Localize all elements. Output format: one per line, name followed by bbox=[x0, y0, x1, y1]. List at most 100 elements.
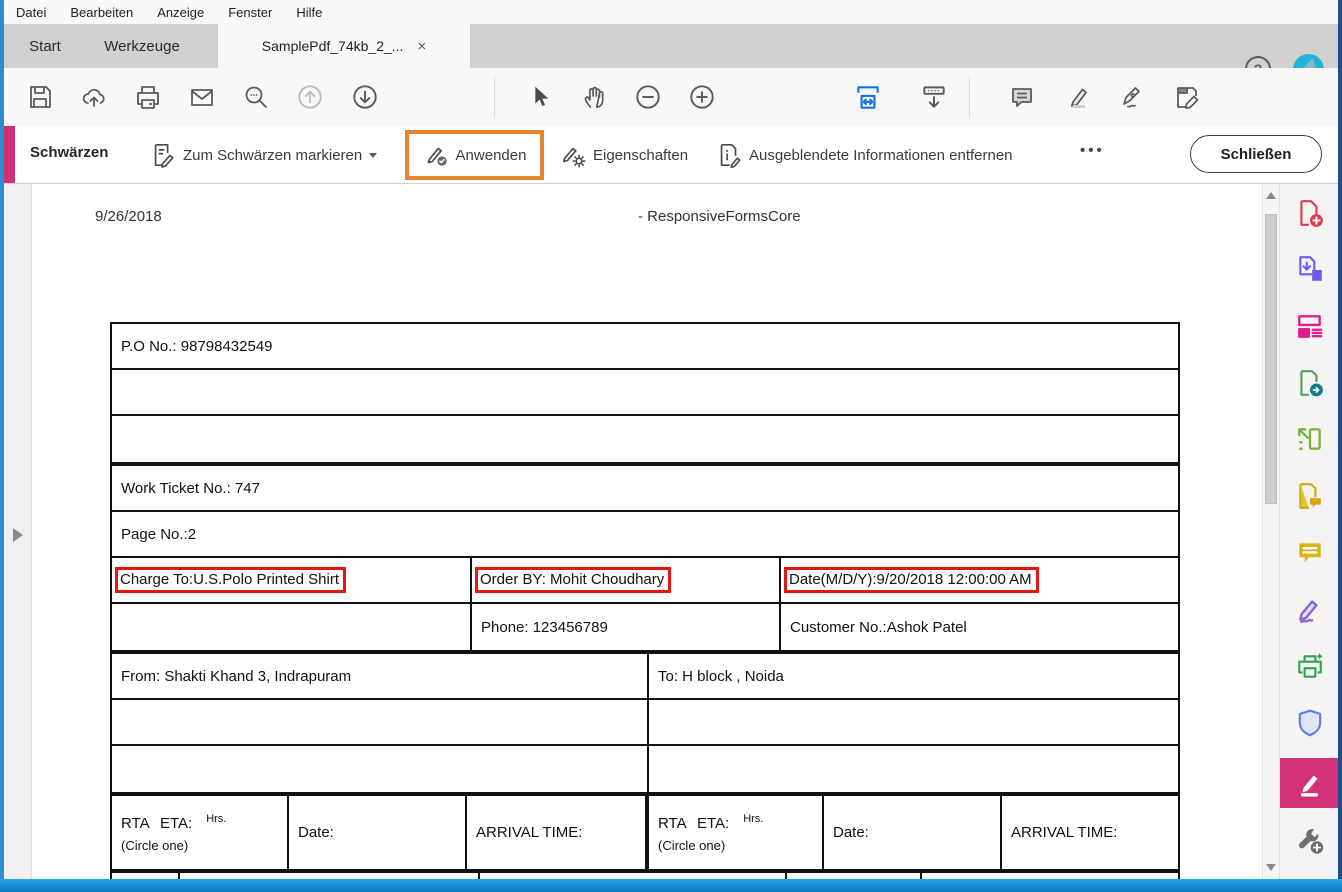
tab-werkzeuge[interactable]: Werkzeuge bbox=[92, 24, 192, 68]
toolbar-separator bbox=[969, 77, 970, 117]
document-tab-label: SamplePdf_74kb_2_... bbox=[261, 38, 404, 54]
page-no-cell: Page No.:2 bbox=[121, 525, 197, 543]
menu-bar: Datei Bearbeiten Anzeige Fenster Hilfe bbox=[0, 0, 1342, 24]
navigation-panel-strip bbox=[4, 184, 32, 879]
customer-no-cell: Customer No.:Ashok Patel bbox=[779, 604, 1178, 650]
redaction-mark[interactable]: Order BY: Mohit Choudhary bbox=[475, 567, 672, 593]
window-border bbox=[0, 0, 4, 892]
tab-bar: Start Werkzeuge SamplePdf_74kb_2_... × ? bbox=[4, 24, 1338, 85]
zoom-in-icon[interactable] bbox=[684, 79, 720, 115]
email-icon[interactable] bbox=[184, 79, 220, 115]
comment-icon[interactable] bbox=[1004, 79, 1040, 115]
tools-sidebar bbox=[1279, 184, 1339, 879]
organize-pages-icon[interactable] bbox=[1295, 424, 1325, 454]
close-tab-icon[interactable]: × bbox=[417, 39, 426, 54]
rta-eta-cell: RTA ETA: Hrs. (Circle one) bbox=[121, 813, 227, 853]
combine-files-icon[interactable] bbox=[1295, 254, 1325, 284]
mark-redaction-label: Zum Schwärzen markieren bbox=[183, 146, 363, 164]
date-label-cell: Date: bbox=[822, 796, 1000, 869]
scroll-up-icon[interactable] bbox=[1266, 192, 1276, 199]
redaction-mark[interactable]: Charge To:U.S.Polo Printed Shirt bbox=[115, 567, 347, 593]
apply-redactions-icon bbox=[423, 142, 449, 168]
hand-tool-icon[interactable] bbox=[576, 79, 612, 115]
page-header-title: - ResponsiveFormsCore bbox=[638, 208, 801, 225]
apply-redactions-button[interactable]: Anwenden bbox=[405, 130, 544, 180]
table-row: P.O No.: 98798432549 bbox=[112, 324, 1178, 370]
menu-bearbeiten[interactable]: Bearbeiten bbox=[70, 5, 133, 20]
edit-pdf-icon[interactable] bbox=[1295, 311, 1325, 341]
previous-page-icon bbox=[292, 79, 328, 115]
overflow-menu-icon[interactable]: ••• bbox=[1080, 142, 1105, 159]
date-cell: Date(M/D/Y):9/20/2018 12:00:00 AM bbox=[779, 558, 1178, 602]
send-for-comments-icon[interactable] bbox=[1295, 481, 1325, 511]
remove-hidden-info-icon bbox=[716, 142, 742, 168]
remove-hidden-info-button[interactable]: Ausgeblendete Informationen entfernen bbox=[716, 136, 1013, 174]
mark-for-redaction-button[interactable]: Zum Schwärzen markieren bbox=[150, 136, 378, 174]
fit-width-icon[interactable] bbox=[850, 79, 886, 115]
table-row: Page No.:2 bbox=[112, 512, 1178, 558]
create-pdf-icon[interactable] bbox=[1295, 198, 1325, 228]
to-cell: To: H block , Noida bbox=[647, 654, 1178, 698]
menu-anzeige[interactable]: Anzeige bbox=[157, 5, 204, 20]
close-redact-button[interactable]: Schließen bbox=[1190, 135, 1322, 173]
redact-tool-title: Schwärzen bbox=[30, 144, 109, 161]
protect-icon[interactable] bbox=[1295, 708, 1325, 738]
arrival-time-cell: ARRIVAL TIME: bbox=[465, 796, 645, 869]
phone-cell: Phone: 123456789 bbox=[470, 604, 779, 650]
menu-datei[interactable]: Datei bbox=[16, 5, 46, 20]
table-row: Charge To:U.S.Polo Printed Shirt Order B… bbox=[112, 558, 1178, 604]
properties-icon bbox=[560, 142, 586, 168]
redaction-toolbar: Schwärzen Zum Schwärzen markieren Anwend… bbox=[4, 126, 1338, 184]
po-no-cell: P.O No.: 98798432549 bbox=[121, 337, 273, 355]
highlight-icon[interactable] bbox=[1059, 79, 1095, 115]
table-row bbox=[112, 370, 1178, 416]
order-by-cell: Order BY: Mohit Choudhary bbox=[470, 558, 779, 602]
fill-sign-icon[interactable] bbox=[1169, 79, 1205, 115]
select-tool-icon[interactable] bbox=[522, 79, 558, 115]
search-icon[interactable] bbox=[238, 79, 274, 115]
table-row bbox=[112, 416, 1178, 466]
more-tools-icon[interactable] bbox=[1295, 825, 1325, 855]
table-row: Phone: 123456789 Customer No.:Ashok Pate… bbox=[112, 604, 1178, 654]
expand-panel-icon[interactable] bbox=[13, 528, 23, 542]
table-row: Work Ticket No.: 747 bbox=[112, 466, 1178, 512]
properties-label: Eigenschaften bbox=[593, 146, 689, 164]
arrival-time-cell: ARRIVAL TIME: bbox=[1000, 796, 1178, 869]
comment-tool-icon[interactable] bbox=[1295, 538, 1325, 568]
redact-accent-strip bbox=[4, 126, 15, 183]
date-label-cell: Date: bbox=[287, 796, 465, 869]
window-border bbox=[0, 879, 1342, 892]
redaction-properties-button[interactable]: Eigenschaften bbox=[560, 136, 688, 174]
menu-fenster[interactable]: Fenster bbox=[228, 5, 272, 20]
rta-eta-cell: RTA ETA: Hrs. (Circle one) bbox=[645, 796, 822, 869]
work-ticket-cell: Work Ticket No.: 747 bbox=[121, 479, 260, 497]
acrobat-window: Datei Bearbeiten Anzeige Fenster Hilfe S… bbox=[0, 0, 1342, 892]
zoom-out-icon[interactable] bbox=[630, 79, 666, 115]
mark-redaction-icon bbox=[150, 142, 176, 168]
scrollbar-thumb[interactable] bbox=[1265, 214, 1277, 504]
tab-start[interactable]: Start bbox=[18, 24, 72, 68]
fill-sign-tool-icon[interactable] bbox=[1295, 594, 1325, 624]
tab-document[interactable]: SamplePdf_74kb_2_... × bbox=[218, 24, 470, 68]
cloud-upload-icon[interactable] bbox=[76, 79, 112, 115]
remove-hidden-info-label: Ausgeblendete Informationen entfernen bbox=[749, 146, 1013, 164]
print-production-icon[interactable] bbox=[1295, 651, 1325, 681]
work-ticket-table: P.O No.: 98798432549 Work Ticket No.: 74… bbox=[110, 322, 1180, 879]
sign-icon[interactable] bbox=[1114, 79, 1150, 115]
window-border bbox=[1338, 0, 1342, 892]
page-display-icon[interactable] bbox=[916, 79, 952, 115]
table-row: From: Shakti Khand 3, Indrapuram To: H b… bbox=[112, 654, 1178, 700]
toolbar-separator bbox=[494, 77, 495, 117]
redaction-mark[interactable]: Date(M/D/Y):9/20/2018 12:00:00 AM bbox=[784, 567, 1039, 593]
document-scrollbar[interactable] bbox=[1262, 184, 1279, 879]
scroll-down-icon[interactable] bbox=[1266, 864, 1276, 871]
menu-hilfe[interactable]: Hilfe bbox=[296, 5, 322, 20]
redact-icon-active[interactable] bbox=[1280, 758, 1339, 808]
pdf-page: 9/26/2018 - ResponsiveFormsCore P.O No.:… bbox=[32, 184, 1262, 879]
print-icon[interactable] bbox=[130, 79, 166, 115]
chevron-down-icon bbox=[369, 152, 378, 158]
next-page-icon[interactable] bbox=[347, 79, 383, 115]
charge-to-cell: Charge To:U.S.Polo Printed Shirt bbox=[112, 558, 470, 602]
save-icon[interactable] bbox=[22, 79, 58, 115]
export-pdf-icon[interactable] bbox=[1295, 368, 1325, 398]
